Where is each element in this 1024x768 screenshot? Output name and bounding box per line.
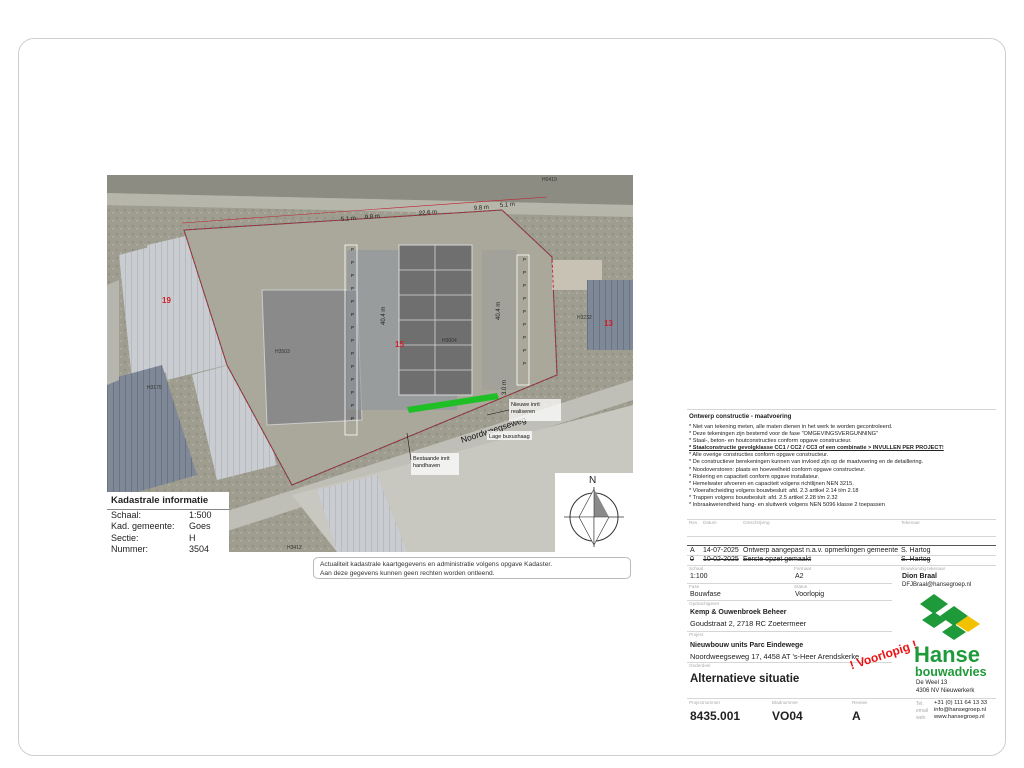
north-label: N bbox=[589, 475, 596, 486]
parking-marker: P bbox=[351, 247, 354, 252]
note-line: * Hemelwater afvoeren en capaciteit volg… bbox=[689, 480, 854, 487]
sheet-subject: Alternatieve situatie bbox=[690, 673, 800, 685]
revision-letter: A bbox=[852, 709, 861, 723]
cadastral-info-box: Kadastrale informatie Schaal: 1:500 Kad. … bbox=[107, 492, 229, 558]
parking-marker: P bbox=[351, 260, 354, 265]
cadastral-row-number: Nummer: 3504 bbox=[111, 544, 210, 554]
note-line: * Inbraakwerendheid hang- en sluitwerk v… bbox=[689, 502, 885, 509]
parcel-h3412: H3412 bbox=[287, 545, 302, 551]
scale-value: 1:100 bbox=[690, 573, 708, 580]
note-line: * Niet van tekening meten, alle maten di… bbox=[689, 424, 893, 430]
hanse-logo: Hanse bouwadvies bbox=[912, 594, 996, 694]
parking-marker: P bbox=[523, 348, 526, 353]
project-number: 8435.001 bbox=[690, 709, 741, 723]
cadastral-row-municipality: Kad. gemeente: Goes bbox=[111, 521, 211, 531]
company-website: www.hansegroep.nl bbox=[934, 714, 985, 720]
cadastral-row-scale: Schaal: 1:500 bbox=[111, 509, 212, 520]
plot-number-19: 19 bbox=[162, 296, 171, 305]
parking-marker: P bbox=[523, 309, 526, 314]
parking-marker: P bbox=[351, 416, 354, 421]
north-arrow: N bbox=[555, 473, 633, 558]
note-line: * Trappen volgens bouwbesluit: afd. 2.5 … bbox=[689, 494, 838, 501]
cadastral-info-title: Kadastrale informatie bbox=[107, 492, 229, 510]
parking-marker: P bbox=[351, 286, 354, 291]
parking-marker: P bbox=[523, 335, 526, 340]
note-line: * Deze tekeningen zijn bestemd voor de f… bbox=[689, 431, 878, 438]
parking-marker: P bbox=[351, 338, 354, 343]
notes-title: Ontwerp constructie - maatvoering bbox=[689, 413, 792, 420]
format-value: A2 bbox=[795, 573, 804, 580]
parking-marker: P bbox=[523, 257, 526, 262]
company-email: info@hansegroep.nl bbox=[934, 707, 986, 713]
parking-marker: P bbox=[523, 361, 526, 366]
parking-marker: P bbox=[351, 273, 354, 278]
project-address: Noordweegseweg 17, 4458 AT 's-Heer Arend… bbox=[690, 652, 860, 661]
note-line: * Riolering en capaciteit conform opgave… bbox=[689, 473, 820, 480]
parking-marker: P bbox=[351, 325, 354, 330]
parking-marker: P bbox=[351, 390, 354, 395]
project-name: Nieuwbouw units Parc Eindewege bbox=[690, 642, 804, 649]
plot-number-13: 13 bbox=[604, 319, 613, 328]
status-value: Voorlopig bbox=[795, 591, 825, 598]
construction-notes: * Niet van tekening meten, alle maten di… bbox=[689, 424, 997, 509]
parcel-h3503: H3503 bbox=[275, 349, 290, 355]
parking-marker: P bbox=[351, 377, 354, 382]
parking-marker: P bbox=[523, 270, 526, 275]
parking-marker: P bbox=[351, 299, 354, 304]
note-line: * De constructieve berekeningen kunnen v… bbox=[689, 459, 924, 466]
dim-40-4-left: 40.4 m bbox=[381, 307, 387, 325]
client-address: Goudstraat 2, 2718 RC Zoetermeer bbox=[690, 619, 807, 628]
note-line: * Alle overige constructies conform opga… bbox=[689, 452, 829, 459]
parking-marker: P bbox=[351, 364, 354, 369]
dim-40-4-right: 40.4 m bbox=[496, 302, 502, 320]
plot-number-15: 15 bbox=[395, 340, 404, 349]
parcel-h3232: H3232 bbox=[577, 315, 592, 321]
drafter-email: DFJBraal@hansegroep.nl bbox=[902, 582, 972, 588]
company-phone: +31 (0) 111 64 13 33 bbox=[934, 700, 988, 706]
sheet-number: VO04 bbox=[772, 709, 803, 723]
callout-hedge: Lage buxushaag bbox=[489, 434, 530, 440]
logo-wordmark-hanse: Hanse bbox=[914, 642, 980, 667]
parking-marker: P bbox=[523, 322, 526, 327]
parking-marker: P bbox=[351, 403, 354, 408]
client-name: Kemp & Ouwenbroek Beheer bbox=[690, 609, 787, 616]
note-line: * Vloerafscheiding volgens bouwbesluit: … bbox=[689, 487, 859, 494]
note-line: * Noodoverstoren: plaats en hoeveelheid … bbox=[689, 466, 866, 473]
parcel-h3004: H3004 bbox=[442, 338, 457, 344]
note-line: * Staal-, beton- en houtconstructies con… bbox=[689, 438, 852, 445]
note-line: * Staalconstructie gevolgklasse CC1 / CC… bbox=[689, 445, 944, 452]
parcel-h3175: H3175 bbox=[147, 385, 162, 391]
parking-marker: P bbox=[351, 312, 354, 317]
title-block-top-rule bbox=[687, 409, 996, 410]
parking-marker: P bbox=[351, 351, 354, 356]
cadastral-row-section: Sectie: H bbox=[111, 532, 196, 543]
drafter-name: Dion Braal bbox=[902, 573, 938, 580]
logo-wordmark-bouwadvies: bouwadvies bbox=[915, 665, 987, 679]
phase-value: Bouwfase bbox=[690, 591, 721, 598]
parking-marker: P bbox=[523, 296, 526, 301]
parcel-h0419: H0419 bbox=[542, 177, 557, 183]
dim-3-0: 3.0 m bbox=[502, 380, 508, 395]
parking-marker: P bbox=[523, 283, 526, 288]
cadastral-disclaimer: Actualiteit kadastrale kaartgegevens en … bbox=[313, 557, 631, 579]
